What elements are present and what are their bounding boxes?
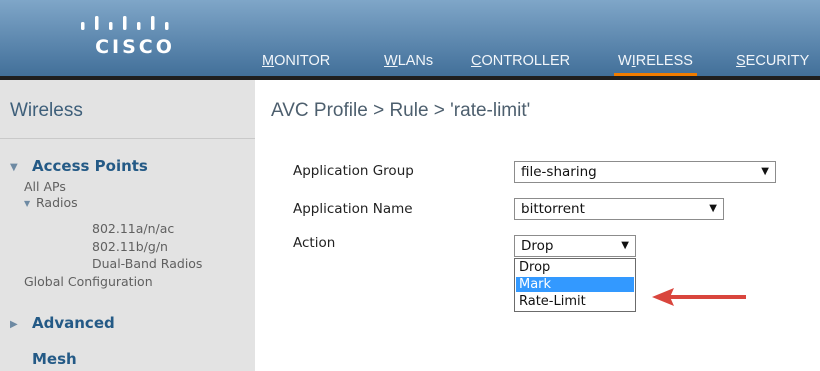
application-group-value: file-sharing (521, 164, 597, 180)
nav-monitor-label: ONITOR (274, 53, 331, 69)
sidebar-item-dual-band[interactable]: Dual-Band Radios (92, 256, 202, 271)
nav-wlans[interactable]: WLANs (384, 48, 433, 74)
application-group-select[interactable]: file-sharing ▼ (514, 161, 776, 183)
red-arrow-annotation-icon (652, 288, 746, 306)
sidebar-divider (0, 138, 255, 139)
nav-security-accesskey: S (736, 53, 746, 69)
nav-wlans-accesskey: W (384, 53, 398, 69)
top-header: CISCO MONITOR WLANs CONTROLLER WIRELESS … (0, 0, 820, 80)
page-title: AVC Profile > Rule > 'rate-limit' (271, 100, 531, 121)
application-name-value: bittorrent (521, 201, 585, 217)
action-option-mark[interactable]: Mark (516, 277, 634, 292)
action-select[interactable]: Drop ▼ (514, 235, 636, 257)
sidebar-item-global-config[interactable]: Global Configuration (24, 274, 153, 289)
nav-wireless[interactable]: WIRELESS (614, 48, 697, 77)
action-value: Drop (521, 238, 554, 254)
dropdown-arrow-icon: ▼ (709, 203, 717, 214)
nav-monitor[interactable]: MONITOR (262, 48, 330, 74)
expanded-triangle-small-icon[interactable]: ▼ (24, 199, 30, 208)
sidebar-title: Wireless (10, 100, 83, 121)
nav-wlans-label: LANs (397, 53, 434, 69)
sidebar-item-radio-a[interactable]: 802.11a/n/ac (92, 221, 174, 236)
nav-security[interactable]: SECURITY (736, 48, 809, 74)
nav-wireless-label: RELESS (635, 53, 693, 69)
dropdown-arrow-icon: ▼ (621, 240, 629, 251)
action-label: Action (293, 235, 336, 251)
sidebar-item-radios[interactable]: Radios (36, 195, 78, 210)
sidebar: Wireless ▼ Access Points All APs ▼ Radio… (0, 80, 255, 371)
sidebar-item-all-aps[interactable]: All APs (24, 179, 66, 194)
nav-security-label: ECURITY (745, 53, 810, 69)
dropdown-arrow-icon: ▼ (761, 166, 769, 177)
sidebar-item-mesh[interactable]: Mesh (32, 350, 77, 368)
action-option-rate-limit[interactable]: Rate-Limit (516, 294, 634, 309)
nav-controller-label: ONTROLLER (481, 53, 571, 69)
sidebar-item-access-points[interactable]: Access Points (32, 157, 148, 175)
sidebar-item-radio-b[interactable]: 802.11b/g/n (92, 239, 168, 254)
expanded-triangle-icon[interactable]: ▼ (10, 162, 18, 173)
logo-text: CISCO (95, 36, 175, 58)
sidebar-item-advanced[interactable]: Advanced (32, 314, 115, 332)
nav-wireless-prefix: W (618, 53, 632, 69)
nav-monitor-accesskey: M (262, 53, 275, 69)
action-dropdown-list: Drop Mark Rate-Limit (514, 258, 636, 312)
nav-controller-accesskey: C (471, 53, 482, 69)
cisco-logo[interactable]: CISCO (60, 12, 210, 64)
application-name-label: Application Name (293, 201, 413, 217)
cisco-bars-icon (81, 16, 169, 30)
action-option-drop[interactable]: Drop (516, 260, 634, 275)
application-group-label: Application Group (293, 163, 414, 179)
nav-controller[interactable]: CONTROLLER (471, 48, 570, 74)
collapsed-triangle-icon[interactable]: ▶ (10, 319, 18, 330)
application-name-select[interactable]: bittorrent ▼ (514, 198, 724, 220)
